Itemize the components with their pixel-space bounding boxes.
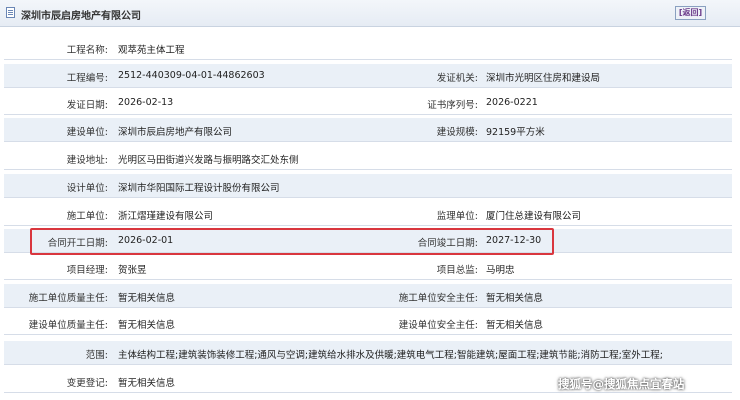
field-value: 2026-02-13 [118, 97, 174, 108]
field-value: 暂无相关信息 [486, 293, 544, 304]
page-header: 深圳市辰启房地产有限公司 [返回] [0, 0, 740, 27]
table-row: 建设单位: 深圳市辰启房地产有限公司 建设规模: 92159平方米 [4, 118, 732, 142]
field-label: 建设单位安全主任: [398, 320, 478, 331]
field-value: 2027-12-30 [486, 235, 542, 246]
table-row: 工程编号: 2512-440309-04-01-44862603 发证机关: 深圳市光… [4, 64, 732, 88]
field-label: 设计单位: [66, 183, 108, 194]
table-row: 发证日期: 2026-02-13 证书序列号: 2026-0221 [4, 91, 732, 115]
field-label: 范围: [85, 350, 108, 361]
field-label: 建设单位: [66, 127, 108, 138]
table-row: 合同开工日期: 2026-02-01 合同竣工日期: 2027-12-30 [4, 229, 732, 253]
field-label: 建设规模: [436, 127, 478, 138]
table-row: 建设地址: 光明区马田街道兴发路与振明路交汇处东侧 [4, 146, 732, 170]
field-value: 暂无相关信息 [118, 293, 176, 304]
table-row: 施工单位: 浙江熠瑾建设有限公司 监理单位: 厦门住总建设有限公司 [4, 202, 732, 226]
field-value: 暂无相关信息 [118, 378, 176, 389]
table-row: 工程名称: 观萃苑主体工程 [4, 36, 732, 60]
field-label: 发证机关: [436, 73, 478, 84]
field-label: 合同竣工日期: [417, 238, 478, 249]
document-icon [6, 7, 15, 18]
field-label: 工程编号: [66, 73, 108, 84]
field-label: 建设单位质量主任: [28, 320, 108, 331]
field-label: 施工单位安全主任: [398, 293, 478, 304]
field-value: 92159平方米 [486, 127, 545, 138]
field-label: 监理单位: [436, 211, 478, 222]
field-label: 证书序列号: [427, 100, 478, 111]
table-row: 项目经理: 贺张昱 项目总监: 马明忠 [4, 256, 732, 280]
field-value: 2026-0221 [486, 97, 538, 108]
field-label: 合同开工日期: [47, 238, 108, 249]
watermark: 搜狐号@搜狐焦点宜春站 [558, 377, 685, 391]
table-row: 范围: 主体结构工程;建筑装饰装修工程;通风与空调;建筑给水排水及供暖;建筑电气工… [4, 341, 732, 365]
field-value: 2026-02-01 [118, 235, 174, 246]
field-label: 工程名称: [66, 45, 108, 56]
field-value: 马明忠 [486, 265, 515, 276]
field-value: 贺张昱 [118, 265, 147, 276]
field-value: 暂无相关信息 [118, 320, 176, 331]
field-value: 厦门住总建设有限公司 [486, 211, 582, 222]
field-value: 主体结构工程;建筑装饰装修工程;通风与空调;建筑给水排水及供暖;建筑电气工程;智… [118, 350, 664, 361]
field-label: 项目经理: [66, 265, 108, 276]
table-row: 设计单位: 深圳市华阳国际工程设计股份有限公司 [4, 174, 732, 198]
field-value: 深圳市辰启房地产有限公司 [118, 127, 233, 138]
field-label: 项目总监: [436, 265, 478, 276]
field-label: 发证日期: [66, 100, 108, 111]
field-value: 深圳市华阳国际工程设计股份有限公司 [118, 183, 280, 194]
table-row: 施工单位质量主任: 暂无相关信息 施工单位安全主任: 暂无相关信息 [4, 284, 732, 308]
field-label: 变更登记: [66, 378, 108, 389]
field-value: 2512-440309-04-01-44862603 [118, 70, 265, 81]
field-label: 施工单位: [66, 211, 108, 222]
field-value: 浙江熠瑾建设有限公司 [118, 211, 214, 222]
field-value: 观萃苑主体工程 [118, 45, 185, 56]
back-button[interactable]: [返回] [675, 6, 706, 20]
page-title: 深圳市辰启房地产有限公司 [21, 11, 141, 22]
field-value: 光明区马田街道兴发路与振明路交汇处东侧 [118, 155, 299, 166]
table-row: 建设单位质量主任: 暂无相关信息 建设单位安全主任: 暂无相关信息 [4, 311, 732, 335]
field-value: 深圳市光明区住房和建设局 [486, 73, 601, 84]
field-value: 暂无相关信息 [486, 320, 544, 331]
field-label: 建设地址: [66, 155, 108, 166]
field-label: 施工单位质量主任: [28, 293, 108, 304]
